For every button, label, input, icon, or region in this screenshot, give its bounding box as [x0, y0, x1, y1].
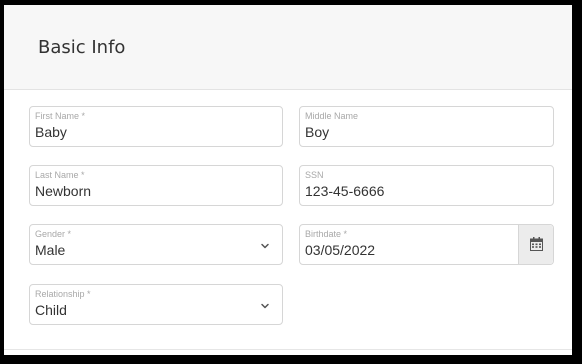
relationship-label: Relationship * [35, 289, 91, 299]
first-name-field[interactable]: First Name * Baby [29, 106, 283, 147]
middle-name-field[interactable]: Middle Name Boy [299, 106, 554, 147]
relationship-select[interactable]: Relationship * Child [29, 284, 283, 325]
chevron-down-icon[interactable] [260, 298, 270, 309]
ssn-field[interactable]: SSN 123-45-6666 [299, 165, 554, 206]
calendar-icon [530, 237, 543, 251]
card-divider [4, 349, 572, 350]
ssn-label: SSN [305, 170, 324, 180]
birthdate-picker-button[interactable] [518, 225, 553, 264]
chevron-down-icon[interactable] [260, 238, 270, 249]
relationship-value: Child [35, 302, 67, 318]
first-name-value: Baby [35, 124, 67, 140]
gender-label: Gender * [35, 229, 72, 239]
card-header: Basic Info [4, 5, 572, 90]
birthdate-value: 03/05/2022 [305, 242, 376, 258]
card-title: Basic Info [38, 37, 126, 58]
birthdate-field[interactable]: Birthdate * 03/05/2022 [299, 224, 554, 265]
gender-value: Male [35, 242, 66, 258]
last-name-label: Last Name * [35, 170, 85, 180]
ssn-value: 123-45-6666 [305, 183, 385, 199]
middle-name-value: Boy [305, 124, 330, 140]
gender-select[interactable]: Gender * Male [29, 224, 283, 265]
first-name-label: First Name * [35, 111, 86, 121]
basic-info-card: Basic Info First Name * Baby Middle Name… [4, 5, 572, 355]
last-name-value: Newborn [35, 183, 92, 199]
middle-name-label: Middle Name [305, 111, 359, 121]
last-name-field[interactable]: Last Name * Newborn [29, 165, 283, 206]
birthdate-label: Birthdate * [305, 229, 348, 239]
